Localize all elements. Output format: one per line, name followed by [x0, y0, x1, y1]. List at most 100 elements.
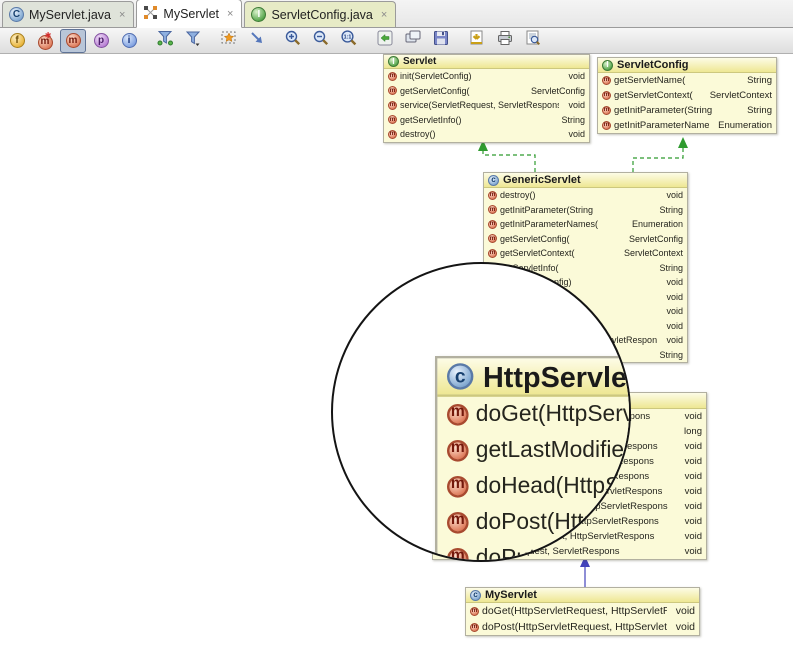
method-return-type: void	[666, 291, 683, 302]
save-diagram-button[interactable]	[428, 29, 454, 53]
fit-content-button[interactable]	[244, 29, 270, 53]
method-row[interactable]: mgetLastModified(HttpServletRequest)long	[437, 433, 629, 469]
method-icon: m	[602, 106, 611, 115]
method-row[interactable]: mdoGet(HttpServletRequest, HttpServletRe…	[466, 603, 699, 619]
method-return-type: void	[675, 621, 695, 633]
constructors-icon: m ✱	[37, 31, 53, 50]
uml-class-header[interactable]: I ServletConfig	[598, 58, 776, 73]
realization-genericservlet-to-servletconfig	[632, 148, 684, 172]
svg-text:1:1: 1:1	[344, 35, 352, 41]
method-row[interactable]: m getServletContext(ServletContext	[484, 246, 687, 261]
tab-label: MyServlet	[163, 6, 219, 21]
uml-class-servletconfig[interactable]: I ServletConfig m getServletName(String m get…	[597, 57, 777, 134]
method-name: getServletInfo()	[400, 114, 462, 125]
method-row[interactable]: m destroy() void	[484, 188, 687, 203]
tab-servletconfig-java[interactable]: I ServletConfig.java ×	[244, 1, 397, 27]
methods-icon: m	[65, 33, 81, 48]
method-row[interactable]: m getInitParameterNames(Enumeration	[484, 217, 687, 232]
show-properties-button[interactable]: p	[88, 29, 114, 53]
marquee-star-icon	[220, 29, 238, 52]
funnel-icon	[184, 29, 202, 52]
method-return-type: String	[659, 349, 683, 360]
method-name: doGet(HttpServletRequest, HttpServletRes…	[475, 401, 629, 428]
method-name: doPost(HttpServletRequest, HttpServletRe…	[482, 621, 667, 633]
method-return-type: void	[675, 605, 695, 617]
method-name: service(ServletRequest, ServletRespons	[400, 100, 560, 111]
scope-filter-button[interactable]	[180, 29, 206, 53]
method-row[interactable]: mservice(ServletRequest, ServletRespons v…	[384, 98, 589, 113]
editor-tab-bar: C MyServlet.java × MyServlet × I ServletConfig…	[0, 0, 793, 28]
method-return-type: void	[666, 190, 683, 201]
method-row[interactable]: mdoPost(HttpServletRequest, HttpServletR…	[437, 505, 629, 541]
class-icon: c	[447, 363, 474, 390]
uml-class-header[interactable]: c HttpServlet	[437, 358, 629, 397]
method-name: destroy()	[400, 129, 436, 140]
frames-icon	[404, 29, 422, 52]
method-return-type: ServletConfig	[628, 233, 683, 244]
tab-close-icon[interactable]: ×	[227, 8, 233, 20]
magnifier-loupe[interactable]: c HttpServlet m doGet(HttpServletRequest, H…	[331, 262, 631, 562]
method-icon: m	[602, 91, 611, 100]
uml-class-servlet[interactable]: I Servlet m init(ServletConfig) void m getServ…	[383, 54, 590, 143]
method-return-type: Enumeration	[631, 219, 683, 230]
method-row[interactable]: m doPut(HttpServletRequest, HttpServletRe…	[437, 541, 629, 560]
show-constructors-button[interactable]: m ✱	[32, 29, 58, 53]
method-row[interactable]: m getInitParameter(String String	[598, 103, 776, 118]
method-row[interactable]: mdoPost(HttpServletRequest, HttpServletR…	[466, 619, 699, 635]
apply-layout-button[interactable]	[372, 29, 398, 53]
tab-close-icon[interactable]: ×	[119, 9, 125, 21]
method-name: getInitParameter(String	[500, 204, 594, 215]
method-return-type: void	[684, 441, 702, 452]
realization-genericservlet-to-servlet	[482, 151, 536, 172]
magnify-region-button[interactable]	[216, 29, 242, 53]
method-row[interactable]: m getInitParameter(String String	[484, 203, 687, 218]
method-name: doHead(HttpServletRequest, HttpServletRe…	[475, 473, 631, 500]
uml-class-myservlet[interactable]: c MyServlet m doGet(HttpServletRequest, Htt…	[465, 587, 700, 636]
tab-myservlet-java[interactable]: C MyServlet.java ×	[2, 1, 135, 27]
printer-icon	[496, 29, 514, 52]
method-icon: m	[602, 76, 611, 85]
method-icon: m	[488, 248, 497, 258]
method-return-type: String	[747, 75, 772, 86]
method-row[interactable]: minit(ServletConfig) void	[384, 69, 589, 84]
zoom-out-button[interactable]	[308, 29, 334, 53]
diagram-canvas[interactable]: I Servlet m init(ServletConfig) void m getServ…	[0, 54, 793, 645]
method-row[interactable]: m getServletConfig(ServletConfig	[384, 84, 589, 99]
method-return-type: void	[684, 531, 702, 542]
method-row[interactable]: m getInitParameterNames(Enumeration	[598, 118, 776, 133]
tab-close-icon[interactable]: ×	[381, 9, 387, 21]
show-fields-button[interactable]: f	[4, 29, 30, 53]
method-name: getLastModified(HttpServletRequest)	[475, 437, 629, 464]
uml-class-header[interactable]: c MyServlet	[466, 588, 699, 603]
edge-filter-button[interactable]	[152, 29, 178, 53]
floppy-icon	[432, 29, 450, 52]
method-row[interactable]: m getServletContext(ServletContext	[598, 88, 776, 103]
class-icon: c	[470, 589, 481, 601]
method-icon: m	[447, 404, 469, 426]
show-inner-classes-button[interactable]: i	[116, 29, 142, 53]
method-name: getInitParameterNames(	[614, 120, 710, 131]
tab-label: MyServlet.java	[29, 7, 111, 22]
method-row[interactable]: m getServletName(String	[598, 73, 776, 88]
zoom-actual-icon: 1:1	[340, 29, 358, 52]
export-diagram-button[interactable]	[464, 29, 490, 53]
zoom-in-button[interactable]	[280, 29, 306, 53]
method-row[interactable]: m destroy() void	[384, 127, 589, 142]
method-row[interactable]: m getServletInfo() String	[384, 113, 589, 128]
preview-button[interactable]	[520, 29, 546, 53]
method-return-type: void	[666, 277, 683, 288]
method-return-type: ServletConfig	[530, 85, 585, 96]
print-button[interactable]	[492, 29, 518, 53]
method-row[interactable]: m doGet(HttpServletRequest, HttpServletRe…	[437, 397, 629, 433]
uml-class-httpservlet-magnified[interactable]: c HttpServlet m doGet(HttpServletRequest, H…	[435, 356, 631, 560]
method-icon: m	[470, 606, 479, 616]
method-row[interactable]: m getServletConfig(ServletConfig	[484, 232, 687, 247]
method-row[interactable]: m doHead(HttpServletRequest, HttpServletR…	[437, 469, 631, 505]
tab-myservlet[interactable]: MyServlet ×	[136, 0, 243, 28]
show-methods-button[interactable]: m	[60, 28, 86, 53]
route-edges-button[interactable]	[400, 29, 426, 53]
uml-class-header[interactable]: c GenericServlet	[484, 173, 687, 188]
uml-class-header[interactable]: I Servlet	[384, 55, 589, 69]
method-name: getServletConfig(	[500, 233, 570, 244]
actual-size-button[interactable]: 1:1	[336, 29, 362, 53]
